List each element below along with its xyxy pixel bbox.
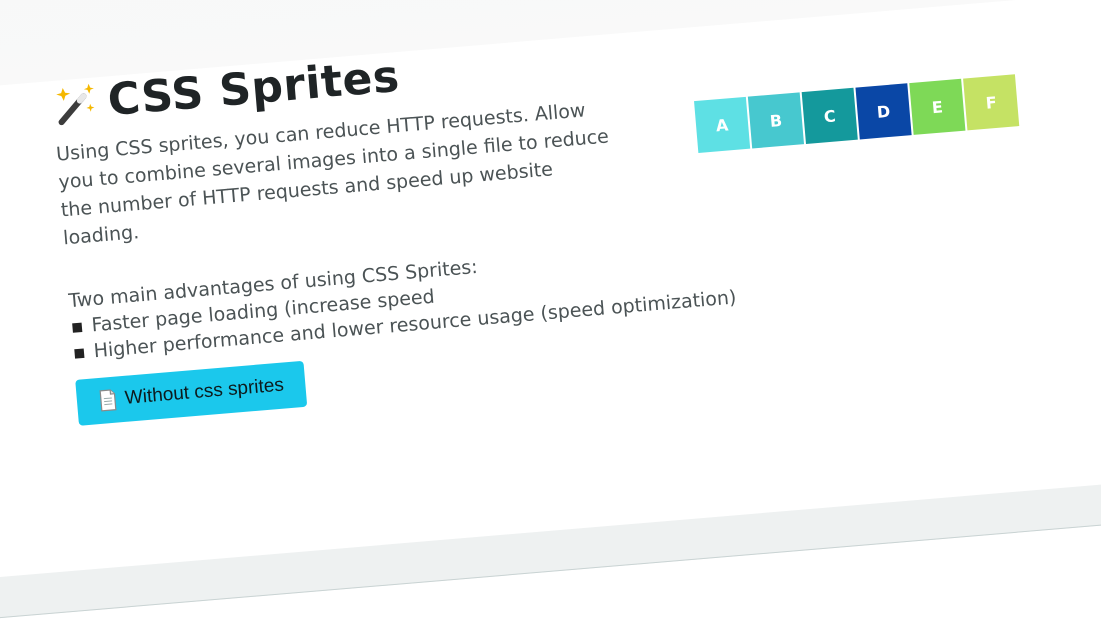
- tile-label: D: [876, 101, 891, 122]
- main-content: CSS Sprites Using CSS sprites, you can r…: [50, 0, 1101, 499]
- sprite-tiles: A B C D E F: [694, 74, 1021, 154]
- sprite-tile-b[interactable]: B: [747, 92, 805, 149]
- sprite-tile-f[interactable]: F: [963, 74, 1020, 131]
- tile-label: E: [931, 96, 944, 117]
- without-css-sprites-button[interactable]: Without css sprites: [75, 360, 308, 426]
- tile-label: B: [769, 110, 783, 131]
- sprite-tile-a[interactable]: A: [694, 96, 751, 154]
- sprite-tile-e[interactable]: E: [909, 78, 966, 135]
- document-icon: [99, 389, 117, 412]
- sprite-tile-d[interactable]: D: [855, 83, 912, 140]
- tile-label: F: [984, 92, 998, 113]
- tile-label: C: [823, 105, 837, 126]
- magic-wand-icon: [56, 83, 95, 125]
- sprite-tile-c[interactable]: C: [801, 87, 858, 144]
- tile-label: A: [715, 114, 730, 135]
- button-label: Without css sprites: [124, 374, 285, 409]
